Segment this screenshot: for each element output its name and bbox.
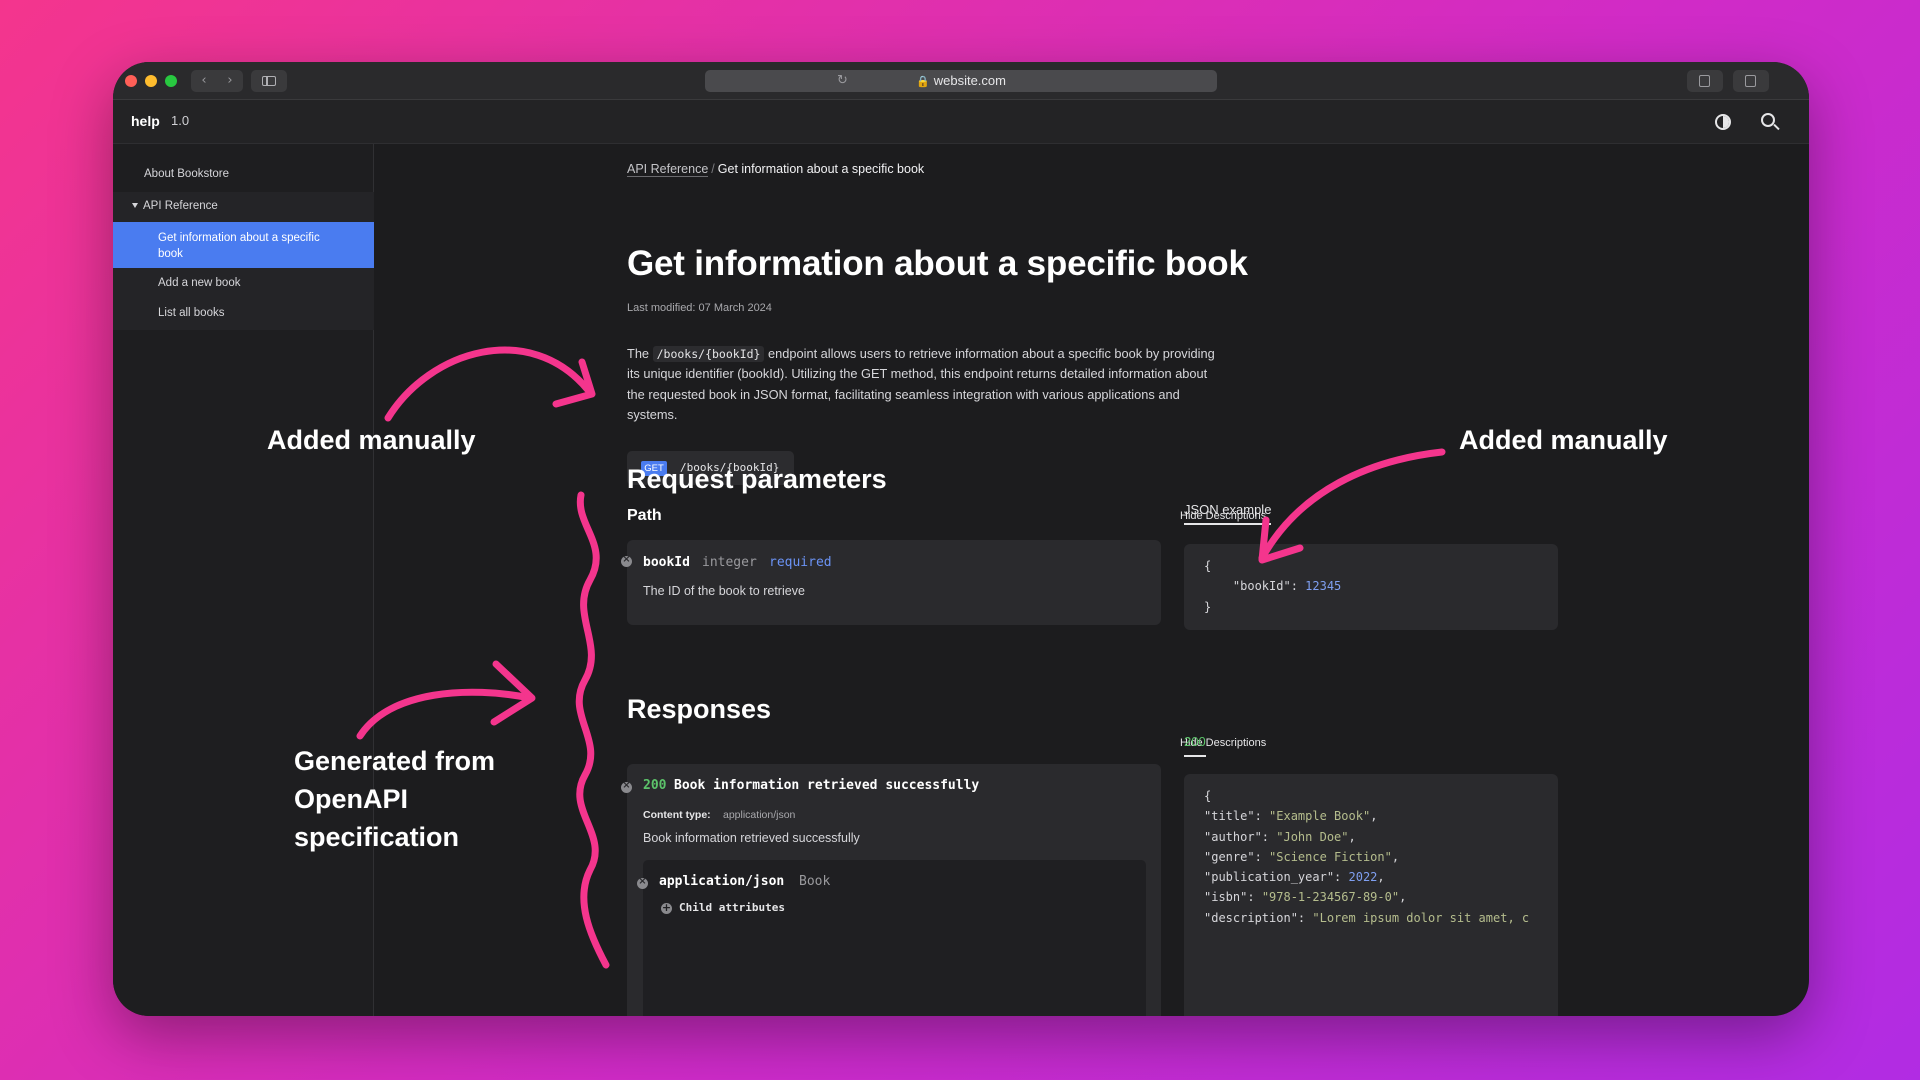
annotation-label-right-top: Added manually [1459,425,1668,455]
annotation-arrows [356,346,1446,969]
annotation-line: Generated from [294,746,496,776]
annotation-label-left-bottom: Generated from OpenAPI specification [294,742,495,856]
curved-arrow-icon [1258,448,1446,562]
squiggle-bracket-icon [575,491,610,969]
curved-arrow-icon [384,346,592,422]
annotation-label-left-top: Added manually [267,425,476,455]
annotation-line: OpenAPI [294,784,409,814]
annotation-line: specification [294,822,460,852]
